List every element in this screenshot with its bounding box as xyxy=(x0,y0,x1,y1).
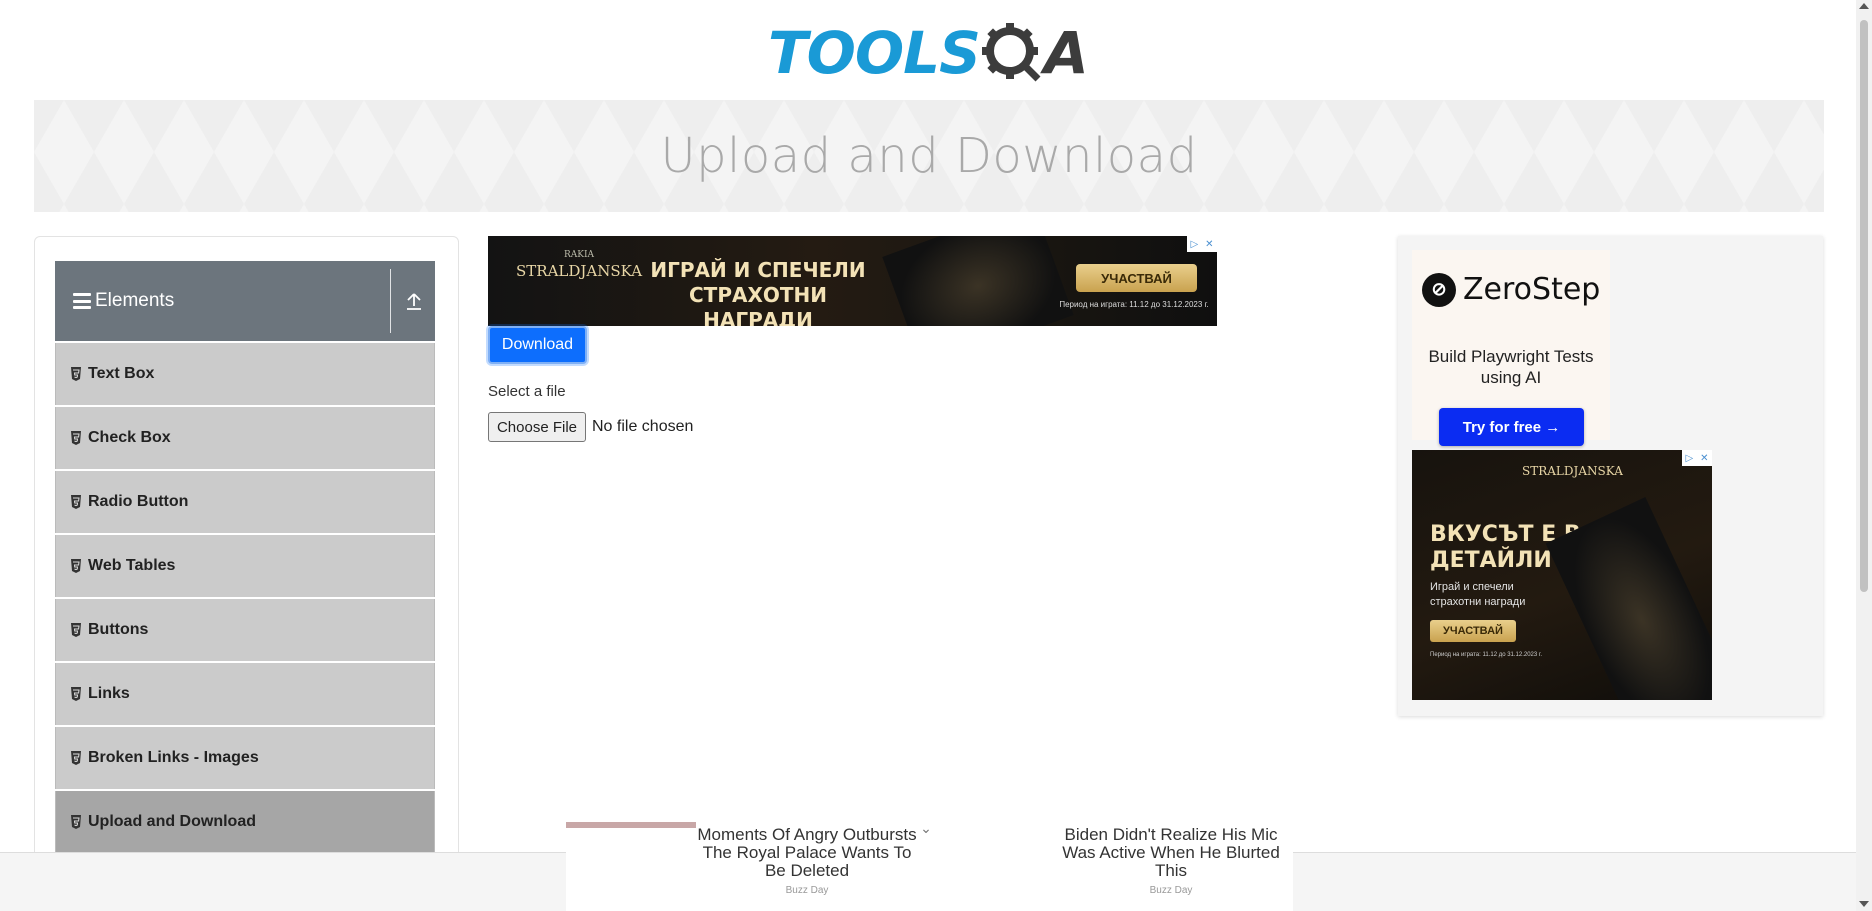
file-status: No file chosen xyxy=(592,418,694,435)
story-item[interactable]: Biden Didn't Realize His Mic Was Active … xyxy=(1056,826,1286,896)
hamburger-icon xyxy=(73,293,91,309)
story-title: Moments Of Angry Outbursts The Royal Pal… xyxy=(697,825,917,880)
logo-gear-icon xyxy=(981,23,1041,82)
ad-subtext: Играй и спечели страхотни награди xyxy=(1430,581,1526,609)
sidebar-item-broken-links-images[interactable]: Broken Links - Images xyxy=(55,727,435,789)
page-banner: Upload and Download xyxy=(34,100,1824,212)
group-header-elements[interactable]: Elements xyxy=(55,261,435,341)
toolsqa-logo[interactable]: TOOLS A xyxy=(768,14,1089,92)
html5-icon xyxy=(71,495,81,509)
html5-icon xyxy=(71,815,81,829)
sidebar-item-label: Links xyxy=(88,685,130,702)
sidebar-item-web-tables[interactable]: Web Tables xyxy=(55,535,435,597)
scrollbar-thumb[interactable] xyxy=(1860,20,1868,592)
scroll-down-icon[interactable] xyxy=(1859,901,1869,907)
sidebar-item-text-box[interactable]: Text Box xyxy=(55,343,435,405)
sidebar-item-label: Broken Links - Images xyxy=(88,749,259,766)
left-sidebar: Elements Text Box Check Box Radio Button… xyxy=(34,236,459,911)
upload-arrow-icon[interactable] xyxy=(405,291,423,311)
zerostep-logo: ⊘ ZeroStep xyxy=(1422,272,1600,307)
scroll-up-icon[interactable] xyxy=(1859,3,1869,9)
html5-icon xyxy=(71,687,81,701)
sidebar-item-label: Buttons xyxy=(88,621,149,638)
sidebar-item-radio-button[interactable]: Radio Button xyxy=(55,471,435,533)
zerostep-mark-icon: ⊘ xyxy=(1422,272,1456,307)
story-source: Buzz Day xyxy=(1149,884,1193,896)
group-title: Elements xyxy=(95,290,175,311)
html5-icon xyxy=(71,751,81,765)
header-divider xyxy=(390,269,391,333)
story-source: Buzz Day xyxy=(785,884,829,896)
story-title: Biden Didn't Realize His Mic Was Active … xyxy=(1062,825,1280,880)
sidebar-item-label: Text Box xyxy=(88,365,155,382)
sidebar-item-check-box[interactable]: Check Box xyxy=(55,407,435,469)
html5-icon xyxy=(71,367,81,381)
zerostep-ad[interactable]: ⊘ ZeroStep Build Playwright Tests using … xyxy=(1412,250,1610,446)
ad-cta-button[interactable]: УЧАСТВАЙ xyxy=(1076,264,1197,292)
ad-brand: STRALDJANSKA xyxy=(1522,464,1623,478)
sidebar-item-buttons[interactable]: Buttons xyxy=(55,599,435,661)
zerostep-tagline: Build Playwright Tests using AI xyxy=(1428,347,1594,388)
story-item[interactable]: Moments Of Angry Outbursts The Royal Pal… xyxy=(692,826,922,896)
sidebar-item-label: Web Tables xyxy=(88,557,176,574)
logo-text-qa: A xyxy=(1043,19,1089,87)
right-ad-panel: ⊘ ZeroStep Build Playwright Tests using … xyxy=(1398,236,1823,716)
sidebar-item-label: Upload and Download xyxy=(88,813,256,830)
ad-cta-button[interactable]: УЧАСТВАЙ xyxy=(1430,620,1516,642)
download-button[interactable]: Download xyxy=(488,326,587,364)
story-thumbnail xyxy=(566,822,696,828)
ad-brand: RAKIA STRALDJANSKA xyxy=(516,250,643,280)
sidebar-item-label: Check Box xyxy=(88,429,171,446)
adchoices-icon[interactable]: ▷ ✕ xyxy=(1682,450,1712,466)
ad-period: Период на играта: 11.12 до 31.12.2023 г. xyxy=(1059,300,1209,309)
page-title: Upload and Download xyxy=(660,128,1198,184)
sidebar-item-label: Radio Button xyxy=(88,493,189,510)
logo-text: TOOLS xyxy=(768,19,981,87)
html5-icon xyxy=(71,431,81,445)
ad-headline: ИГРАЙ И СПЕЧЕЛИ СТРАХОТНИ НАГРАДИ xyxy=(650,258,866,326)
html5-icon xyxy=(71,559,81,573)
sidebar-item-links[interactable]: Links xyxy=(55,663,435,725)
try-for-free-button[interactable]: Try for free → xyxy=(1439,408,1584,446)
ad-bottle-image xyxy=(882,236,1074,326)
file-upload-input[interactable]: Choose File No file chosen xyxy=(488,412,693,442)
select-file-label: Select a file xyxy=(488,383,566,400)
adchoices-icon[interactable]: ▷ ✕ xyxy=(1187,236,1217,252)
side-banner-ad[interactable]: STRALDJANSKA ВКУСЪТ Е В ДЕТАЙЛИТЕ Играй … xyxy=(1412,450,1712,700)
html5-icon xyxy=(71,623,81,637)
ad-period: Период на играта: 11.12 до 31.12.2023 г. xyxy=(1430,652,1543,658)
choose-file-button[interactable]: Choose File xyxy=(488,412,586,442)
vertical-scrollbar[interactable] xyxy=(1856,0,1872,911)
sticky-bottom-ad[interactable]: ⌄ Moments Of Angry Outbursts The Royal P… xyxy=(566,820,1293,911)
menu-list: Text Box Check Box Radio Button Web Tabl… xyxy=(55,343,435,855)
top-banner-ad[interactable]: RAKIA STRALDJANSKA ИГРАЙ И СПЕЧЕЛИ СТРАХО… xyxy=(488,236,1217,326)
sidebar-item-upload-and-download[interactable]: Upload and Download xyxy=(55,791,435,853)
